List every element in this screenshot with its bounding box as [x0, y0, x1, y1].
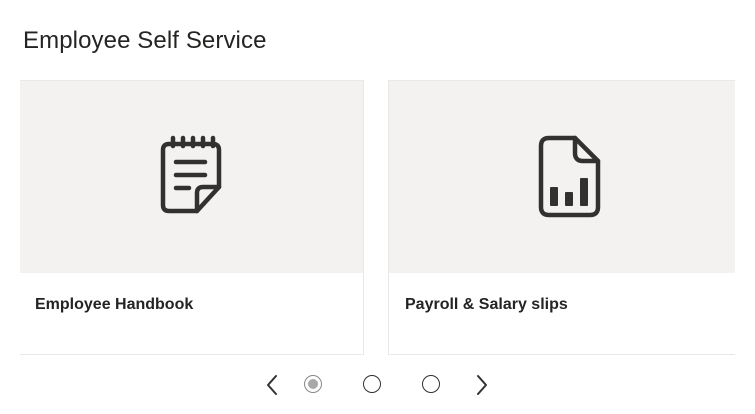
- card-title: Employee Handbook: [35, 296, 194, 313]
- card-payroll-salary-slips[interactable]: Payroll & Salary slips: [388, 80, 735, 355]
- card-media: [389, 81, 735, 273]
- chevron-right-icon: [475, 374, 489, 396]
- page-title: Employee Self Service: [23, 27, 267, 54]
- next-button[interactable]: [469, 372, 495, 398]
- page-dot-1[interactable]: [304, 375, 322, 393]
- page-dot-2[interactable]: [363, 375, 381, 393]
- previous-button[interactable]: [259, 372, 285, 398]
- carousel-pager: [0, 372, 755, 398]
- report-document-icon: [537, 135, 601, 219]
- card-title: Payroll & Salary slips: [405, 296, 568, 313]
- notepad-icon: [159, 135, 223, 219]
- card-employee-handbook[interactable]: Employee Handbook: [20, 80, 364, 355]
- chevron-left-icon: [265, 374, 279, 396]
- page-dot-3[interactable]: [422, 375, 440, 393]
- card-carousel: Employee Handbook Payroll & Salary slips: [20, 80, 735, 355]
- card-media: [20, 81, 363, 273]
